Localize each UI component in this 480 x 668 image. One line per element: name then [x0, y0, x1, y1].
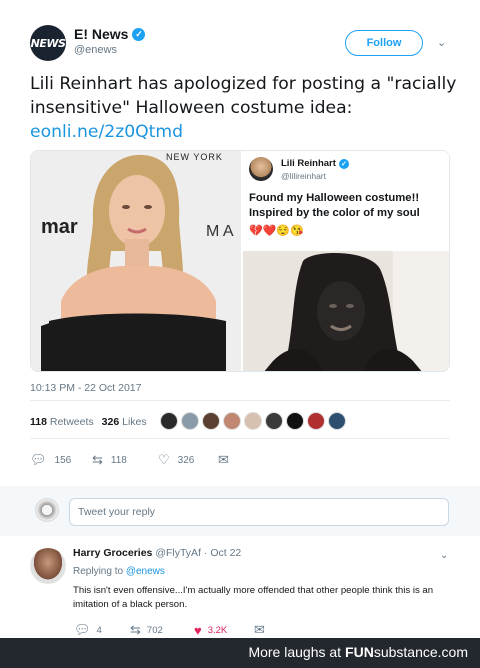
follow-button[interactable]: Follow [345, 30, 423, 56]
divider [30, 400, 450, 401]
footer-prefix: More laughs at [248, 644, 342, 660]
tweet-link[interactable]: eonli.ne/2z0Qtmd [30, 120, 460, 144]
reply-author-avatar[interactable] [30, 548, 66, 584]
tweet-text: Lili Reinhart has apologized for posting… [30, 72, 460, 144]
reply-author-name[interactable]: Harry Groceries [73, 547, 152, 559]
reply-input[interactable]: Tweet your reply [69, 498, 449, 526]
likes-label: Likes [122, 416, 147, 428]
quoted-text: Found my Halloween costume!! Inspired by… [249, 192, 420, 219]
liker-avatar[interactable] [202, 412, 220, 430]
retweets-label: Retweets [49, 416, 94, 428]
liker-avatar[interactable] [181, 412, 199, 430]
reply-author-handle[interactable]: @FlyTyAf [155, 547, 201, 559]
tweet-actions: 💬︎ 156 ⇆ 118 ♡ 326 ✉︎ [30, 452, 248, 468]
quoted-emojis: 💔❤️😌😘 [249, 225, 304, 237]
divider [30, 438, 450, 439]
reply-actions: 💬︎ 4 ⇆ 702 ♥ 3.2K ✉︎ [74, 622, 284, 638]
backdrop-text-right: M A [206, 223, 234, 240]
author-name[interactable]: E! News [74, 26, 128, 42]
likes-count: 326 [101, 416, 120, 428]
reply-reply-count: 4 [96, 624, 102, 636]
replying-to: Replying to @enews [73, 566, 165, 577]
replying-label: Replying to [73, 566, 124, 577]
liker-avatar[interactable] [286, 412, 304, 430]
reply-author-row[interactable]: Harry Groceries @FlyTyAf · Oct 22 [73, 547, 241, 559]
retweets-count: 118 [30, 416, 47, 428]
reply-like-action[interactable]: ♥ 3.2K [194, 622, 254, 638]
message-icon: ✉︎ [218, 452, 229, 467]
reply-reply-action[interactable]: 💬︎ 4 [74, 622, 130, 638]
current-user-avatar [35, 498, 59, 522]
reply-icon: 💬︎ [30, 452, 47, 467]
like-action[interactable]: ♡ 326 [158, 452, 218, 468]
quoted-verified-badge-icon: ✓ [338, 158, 349, 169]
reply-retweet-count: 702 [146, 624, 163, 636]
reply-icon: 💬︎ [74, 622, 91, 637]
heart-icon: ♡ [158, 452, 170, 467]
like-count: 326 [177, 454, 195, 466]
reply-message-action[interactable]: ✉︎ [254, 622, 284, 638]
quoted-name: Lili Reinhart [281, 158, 336, 169]
chevron-down-icon[interactable]: ⌄ [437, 36, 446, 49]
quoted-tweet-card: Lili Reinhart ✓ @lilireinhart Found my H… [243, 151, 449, 251]
liker-avatar[interactable] [328, 412, 346, 430]
liker-avatar[interactable] [244, 412, 262, 430]
liker-avatar[interactable] [265, 412, 283, 430]
reply-chevron-down-icon[interactable]: ⌄ [440, 550, 448, 561]
retweet-count: 118 [110, 454, 127, 466]
costume-photo [243, 251, 449, 371]
reply-action[interactable]: 💬︎ 156 [30, 452, 92, 468]
likers-avatars [160, 412, 346, 430]
retweet-icon: ⇆ [92, 452, 103, 467]
replying-to-handle[interactable]: @enews [126, 566, 165, 577]
author-avatar[interactable]: NEWS [30, 25, 66, 61]
tweet-stats: 118 Retweets 326 Likes [30, 416, 147, 428]
heart-icon: ♥ [194, 622, 202, 638]
footer-brand-sub: substance.com [373, 644, 468, 660]
tweet-timestamp[interactable]: 10:13 PM - 22 Oct 2017 [30, 382, 141, 394]
quoted-tweet-screenshot[interactable]: Lili Reinhart ✓ @lilireinhart Found my H… [243, 151, 449, 371]
quoted-name-row: Lili Reinhart ✓ [281, 158, 349, 169]
red-carpet-illustration: NEW YORK mar M A [31, 151, 241, 371]
reply-like-count: 3.2K [207, 624, 228, 636]
retweet-action[interactable]: ⇆ 118 [92, 452, 158, 468]
message-action[interactable]: ✉︎ [218, 452, 248, 468]
retweet-icon: ⇆ [130, 622, 141, 637]
reply-text: This isn't even offensive...I'm actually… [73, 585, 434, 610]
reply-date[interactable]: · Oct 22 [204, 547, 241, 559]
message-icon: ✉︎ [254, 622, 265, 637]
tweet-body: Lili Reinhart has apologized for posting… [30, 74, 457, 118]
footer-watermark[interactable]: More laughs at FUNsubstance.com [248, 644, 468, 660]
reply-count: 156 [54, 454, 72, 466]
liker-avatar[interactable] [307, 412, 325, 430]
tweet-media[interactable]: NEW YORK mar M A Lili Reinhart ✓ @lilire… [30, 150, 450, 372]
red-carpet-photo[interactable]: NEW YORK mar M A [31, 151, 241, 371]
quoted-avatar [249, 157, 273, 181]
likes-stat[interactable]: 326 Likes [102, 416, 147, 428]
author-handle[interactable]: @enews [74, 44, 117, 56]
quoted-handle: @lilireinhart [281, 171, 327, 181]
liker-avatar[interactable] [223, 412, 241, 430]
backdrop-text-top: NEW YORK [166, 152, 223, 162]
liker-avatar[interactable] [160, 412, 178, 430]
avatar-logo-text: NEWS [30, 36, 66, 50]
reply-retweet-action[interactable]: ⇆ 702 [130, 622, 194, 638]
backdrop-text-left: mar [41, 216, 78, 238]
retweets-stat[interactable]: 118 Retweets [30, 416, 94, 428]
author-name-row[interactable]: E! News ✓ [74, 26, 146, 42]
footer-brand-fun: FUN [345, 644, 374, 660]
verified-badge-icon: ✓ [132, 27, 146, 41]
